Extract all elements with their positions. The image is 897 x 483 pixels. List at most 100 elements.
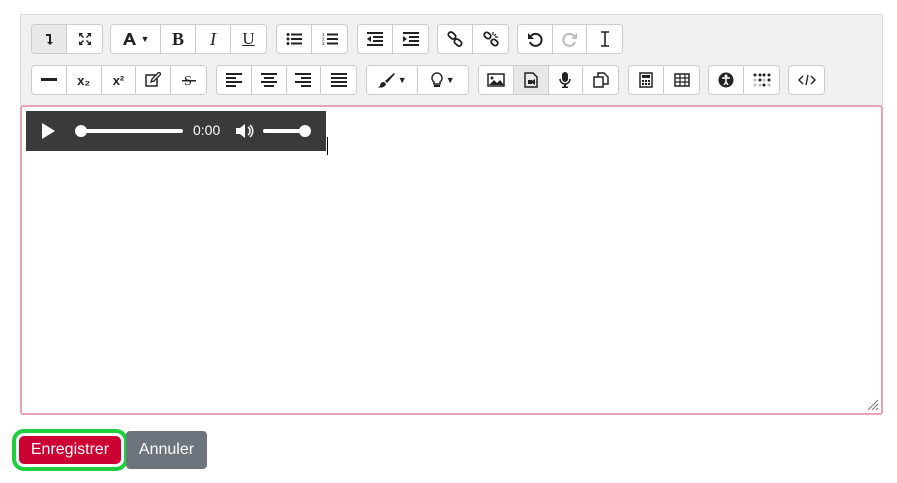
unlink-icon (482, 31, 499, 47)
align-justify-button[interactable] (321, 66, 356, 94)
underline-button[interactable]: U (231, 25, 266, 53)
copy-icon (592, 72, 609, 88)
table-icon (673, 73, 690, 87)
numbered-list-icon: 123 (322, 32, 338, 46)
clear-formatting-button[interactable] (587, 25, 622, 53)
align-right-icon (295, 73, 312, 87)
link-button[interactable] (438, 25, 473, 53)
group-media (478, 65, 619, 95)
text-color-button[interactable]: ▼ (367, 66, 418, 94)
numbered-list-button[interactable]: 123 (312, 25, 347, 53)
insert-media-button[interactable] (513, 66, 549, 94)
media-icon (523, 72, 538, 88)
microphone-icon (559, 72, 572, 88)
redo-button[interactable] (552, 25, 588, 53)
horizontal-rule-icon (40, 78, 57, 81)
fullscreen-button[interactable] (67, 25, 102, 53)
clear-formatting-icon (600, 31, 609, 47)
italic-icon: I (210, 28, 216, 49)
undo-button[interactable] (518, 25, 553, 53)
group-insert (628, 65, 700, 95)
align-right-button[interactable] (286, 66, 322, 94)
accessibility-icon (718, 72, 734, 88)
cancel-button[interactable]: Annuler (126, 431, 207, 469)
image-icon (487, 73, 505, 87)
subscript-icon: x₂ (77, 72, 91, 88)
horizontal-rule-button[interactable] (32, 66, 67, 94)
group-indent (357, 24, 429, 54)
outdent-icon (367, 32, 383, 46)
superscript-button[interactable]: x² (101, 66, 137, 94)
outdent-button[interactable] (358, 25, 393, 53)
edit-icon (145, 72, 162, 87)
collapse-icon (46, 34, 53, 45)
indent-icon (402, 32, 419, 46)
chevron-down-icon: ▼ (140, 34, 150, 44)
align-left-button[interactable] (217, 66, 252, 94)
group-accessibility (708, 65, 780, 95)
rich-text-editor: ▼ B I U 123 x₂ x² ▼ ▼ 0:00 (20, 14, 883, 415)
unlink-button[interactable] (473, 25, 508, 53)
link-icon (447, 31, 463, 47)
align-center-icon (260, 73, 277, 87)
italic-button[interactable]: I (196, 25, 231, 53)
chevron-down-icon: ▼ (445, 75, 455, 85)
strikethrough-button[interactable]: S (171, 66, 206, 94)
group-colors: ▼ ▼ (366, 65, 469, 95)
group-misc-format: x₂ x² S (31, 65, 207, 95)
group-lists: 123 (276, 24, 348, 54)
underline-icon: U (242, 29, 255, 48)
group-history (517, 24, 623, 54)
save-button[interactable]: Enregistrer (19, 436, 121, 464)
group-font: ▼ B I U (110, 24, 267, 54)
play-icon[interactable] (42, 123, 55, 139)
align-left-icon (225, 73, 242, 87)
accessibility-checker-button[interactable] (709, 66, 744, 94)
resize-handle-icon[interactable] (867, 399, 879, 411)
collapse-toolbar-button[interactable] (32, 25, 67, 53)
volume-knob[interactable] (298, 125, 311, 137)
html-code-icon (797, 74, 816, 86)
screenreader-helper-button[interactable] (744, 66, 779, 94)
html-source-button[interactable] (789, 66, 824, 94)
svg-text:3: 3 (322, 41, 325, 46)
group-html (788, 65, 825, 95)
font-style-button[interactable]: ▼ (111, 25, 161, 53)
lightbulb-icon (431, 72, 443, 87)
superscript-icon: x² (112, 72, 125, 88)
brush-icon (376, 73, 395, 88)
fullscreen-icon (78, 33, 91, 45)
group-align (216, 65, 357, 95)
equation-button[interactable] (629, 66, 664, 94)
bold-icon: B (171, 28, 184, 49)
subscript-button[interactable]: x₂ (66, 66, 102, 94)
chevron-down-icon: ▼ (397, 75, 407, 85)
audio-progress-track[interactable] (75, 129, 183, 133)
volume-icon[interactable] (235, 122, 255, 140)
table-button[interactable] (664, 66, 699, 94)
group-view (31, 24, 103, 54)
bullet-list-button[interactable] (277, 25, 312, 53)
edit-button[interactable] (136, 66, 172, 94)
undo-icon (527, 32, 543, 47)
editor-content-area[interactable]: 0:00 (20, 105, 883, 415)
redo-icon (561, 32, 577, 47)
group-links (437, 24, 509, 54)
font-icon (122, 33, 136, 45)
align-justify-icon (330, 73, 347, 87)
indent-button[interactable] (393, 25, 428, 53)
braille-icon (753, 73, 770, 87)
calculator-icon (639, 72, 653, 88)
editor-toolbar: ▼ B I U 123 x₂ x² ▼ ▼ (20, 14, 883, 106)
save-button-highlight: Enregistrer (12, 429, 128, 471)
align-center-button[interactable] (251, 66, 287, 94)
audio-progress-knob[interactable] (75, 125, 87, 137)
bullet-list-icon (286, 33, 302, 45)
audio-time: 0:00 (193, 122, 221, 138)
record-audio-button[interactable] (548, 66, 584, 94)
manage-files-button[interactable] (583, 66, 618, 94)
strikethrough-icon: S (181, 74, 196, 88)
bold-button[interactable]: B (161, 25, 196, 53)
insert-image-button[interactable] (479, 66, 514, 94)
highlight-color-button[interactable]: ▼ (417, 66, 468, 94)
